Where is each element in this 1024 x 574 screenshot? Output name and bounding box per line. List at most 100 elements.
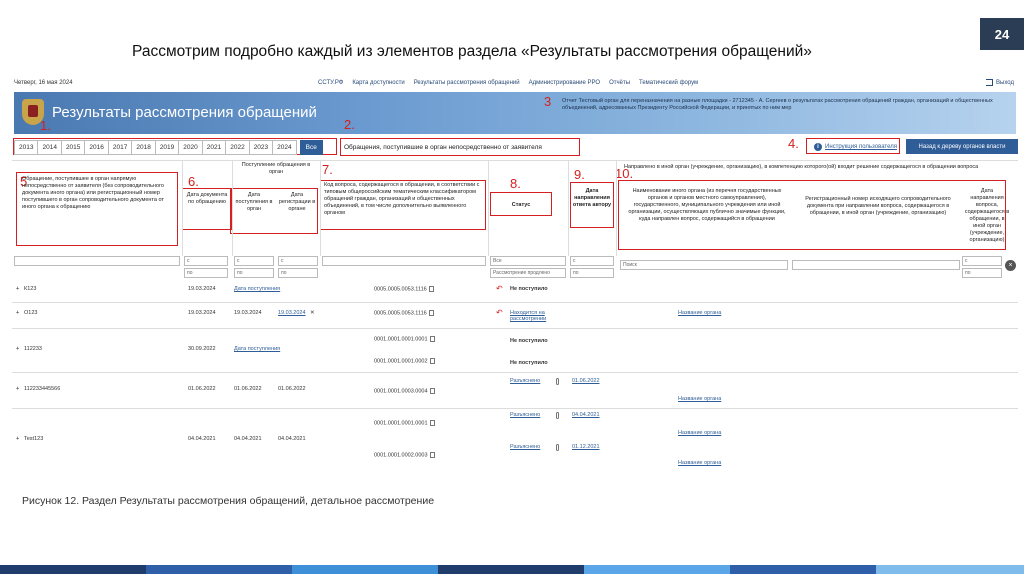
attachment-icon[interactable] bbox=[556, 444, 559, 451]
filter-answer-from[interactable]: с bbox=[570, 256, 614, 266]
doc-icon[interactable] bbox=[429, 358, 435, 364]
doc-icon[interactable] bbox=[428, 310, 434, 316]
nav-forum[interactable]: Тематический форум bbox=[639, 80, 698, 86]
expand-icon[interactable]: + bbox=[16, 386, 19, 392]
row-org-link-2[interactable]: Название органа bbox=[678, 460, 721, 466]
row-org-link[interactable]: Название органа bbox=[678, 310, 721, 316]
header-top-border bbox=[12, 160, 1018, 161]
filter-outreg-input[interactable] bbox=[792, 260, 960, 270]
row-answer-date-2[interactable]: 01.12.2021 bbox=[572, 444, 600, 450]
nav-admin[interactable]: Администрирование РРО bbox=[529, 80, 600, 86]
row-org-link[interactable]: Название органа bbox=[678, 396, 721, 402]
nav-reports[interactable]: Отчёты bbox=[609, 80, 630, 86]
row-code-text: 0001.0001.0001.0001 bbox=[374, 420, 428, 427]
row-answer-date[interactable]: 04.04.2021 bbox=[572, 412, 600, 418]
row-reg-date[interactable]: 19.03.2024 bbox=[278, 310, 306, 316]
attachment-icon[interactable] bbox=[556, 412, 559, 419]
expand-icon[interactable]: + bbox=[16, 346, 19, 352]
logout-link[interactable]: Выход bbox=[986, 79, 1014, 86]
expand-icon[interactable]: + bbox=[16, 436, 19, 442]
year-2013[interactable]: 2013 bbox=[14, 140, 39, 155]
filter-sent-to[interactable]: по bbox=[962, 268, 1002, 278]
filter-recv-to[interactable]: по bbox=[234, 268, 274, 278]
logout-icon bbox=[986, 79, 994, 86]
year-2015[interactable]: 2015 bbox=[60, 140, 86, 155]
row-recv-link[interactable]: Дата поступления bbox=[234, 346, 280, 352]
doc-icon[interactable] bbox=[428, 286, 434, 292]
filter-docdate-to[interactable]: по bbox=[184, 268, 228, 278]
year-2024[interactable]: 2024 bbox=[272, 140, 297, 155]
row-org-link[interactable]: Название органа bbox=[678, 430, 721, 436]
nav-sstu[interactable]: ССТУ.РФ bbox=[318, 80, 343, 86]
year-2018[interactable]: 2018 bbox=[131, 140, 156, 155]
attachment-icon[interactable] bbox=[556, 378, 559, 385]
filter-answer-to[interactable]: по bbox=[570, 268, 614, 278]
year-2014[interactable]: 2014 bbox=[37, 140, 62, 155]
bottom-stripe bbox=[0, 565, 1024, 574]
doc-icon[interactable] bbox=[429, 388, 435, 394]
filter-code-input[interactable] bbox=[322, 256, 486, 266]
row-id: К123 bbox=[24, 286, 37, 292]
header-col10-date: Дата направления вопроса, содержащегося … bbox=[964, 188, 1010, 243]
year-2023[interactable]: 2023 bbox=[248, 140, 274, 155]
year-filter: 2013 2014 2015 2016 2017 2018 2019 2020 … bbox=[14, 140, 323, 155]
logout-label: Выход bbox=[996, 79, 1014, 86]
year-2017[interactable]: 2017 bbox=[107, 140, 133, 155]
filter-row: с по с по с по Все Рассмотрение продлено… bbox=[12, 256, 1018, 280]
row-code-2: 0001.0001.0001.0002 bbox=[374, 358, 435, 364]
header-col5: Обращение, поступившее в орган напрямую … bbox=[22, 176, 164, 210]
filter-sent-from[interactable]: с bbox=[962, 256, 1002, 266]
row-doc-date: 19.03.2024 bbox=[188, 286, 216, 292]
filter-status-select[interactable]: Все bbox=[490, 256, 566, 266]
row-status-link[interactable]: Находится на рассмотрении bbox=[510, 310, 566, 322]
row-answer-date[interactable]: 01.06.2022 bbox=[572, 378, 600, 384]
row-doc-date: 19.03.2024 bbox=[188, 310, 216, 316]
expand-icon[interactable]: + bbox=[16, 286, 19, 292]
row-code: 0005.0005.0053.1116 bbox=[374, 310, 434, 316]
row-status-link[interactable]: Разъяснено bbox=[510, 412, 540, 418]
row-code-text: 0005.0005.0053.1116 bbox=[374, 310, 427, 317]
header-received-date: Дата поступления в орган bbox=[235, 192, 273, 212]
return-arrow-icon: ↶ bbox=[496, 284, 503, 293]
filter-extended-checkbox[interactable]: Рассмотрение продлено bbox=[490, 268, 566, 278]
doc-icon[interactable] bbox=[429, 420, 435, 426]
header-col6: Дата документа по обращению bbox=[186, 192, 228, 205]
row-doc-date: 01.06.2022 bbox=[188, 386, 216, 392]
filter-reg-from[interactable]: с bbox=[278, 256, 318, 266]
row-status-link[interactable]: Разъяснено bbox=[510, 378, 540, 384]
filter-org-search[interactable]: Поиск bbox=[620, 260, 788, 270]
year-2020[interactable]: 2020 bbox=[178, 140, 203, 155]
nav-results[interactable]: Результаты рассмотрения обращений bbox=[414, 80, 520, 86]
year-2021[interactable]: 2021 bbox=[201, 140, 227, 155]
figure-caption: Рисунок 12. Раздел Результаты рассмотрен… bbox=[22, 495, 435, 507]
instruction-button[interactable]: i Инструкция пользователя bbox=[810, 140, 901, 154]
year-all-button[interactable]: Все bbox=[299, 140, 323, 155]
source-filter[interactable]: Обращения, поступившие в орган непосредс… bbox=[344, 144, 542, 151]
header-col8: Статус bbox=[511, 202, 531, 208]
doc-icon[interactable] bbox=[429, 452, 435, 458]
row-code-text: 0005.0005.0053.1116 bbox=[374, 286, 427, 293]
row-doc-date: 30.09.2022 bbox=[188, 346, 216, 352]
app-screenshot: Четверг, 16 мая 2024 ССТУ.РФ Карта досту… bbox=[12, 76, 1018, 472]
nav-map[interactable]: Карта доступности bbox=[352, 80, 404, 86]
year-2019[interactable]: 2019 bbox=[154, 140, 180, 155]
doc-icon[interactable] bbox=[429, 336, 435, 342]
row-divider bbox=[12, 408, 1018, 409]
year-2016[interactable]: 2016 bbox=[84, 140, 109, 155]
row-recv-link[interactable]: Дата поступления bbox=[234, 286, 280, 292]
filter-recv-from[interactable]: с bbox=[234, 256, 274, 266]
filter-docdate-from[interactable]: с bbox=[184, 256, 228, 266]
filter-reg-to[interactable]: по bbox=[278, 268, 318, 278]
info-icon: i bbox=[814, 143, 822, 151]
col-divider bbox=[232, 160, 233, 256]
clear-date-icon[interactable]: ✕ bbox=[310, 310, 315, 316]
row-status-link-2[interactable]: Разъяснено bbox=[510, 444, 540, 450]
expand-icon[interactable]: + bbox=[16, 310, 19, 316]
row-code-text: 0001.0001.0001.0002 bbox=[374, 358, 428, 365]
row-status: Не поступило bbox=[510, 286, 548, 292]
clear-filters-icon[interactable]: × bbox=[1005, 260, 1016, 271]
header-reg-date: Дата регистрации в органе bbox=[278, 192, 316, 212]
filter-id-input[interactable] bbox=[14, 256, 180, 266]
year-2022[interactable]: 2022 bbox=[225, 140, 250, 155]
back-to-tree-button[interactable]: Назад к дереву органов власти bbox=[906, 139, 1018, 154]
